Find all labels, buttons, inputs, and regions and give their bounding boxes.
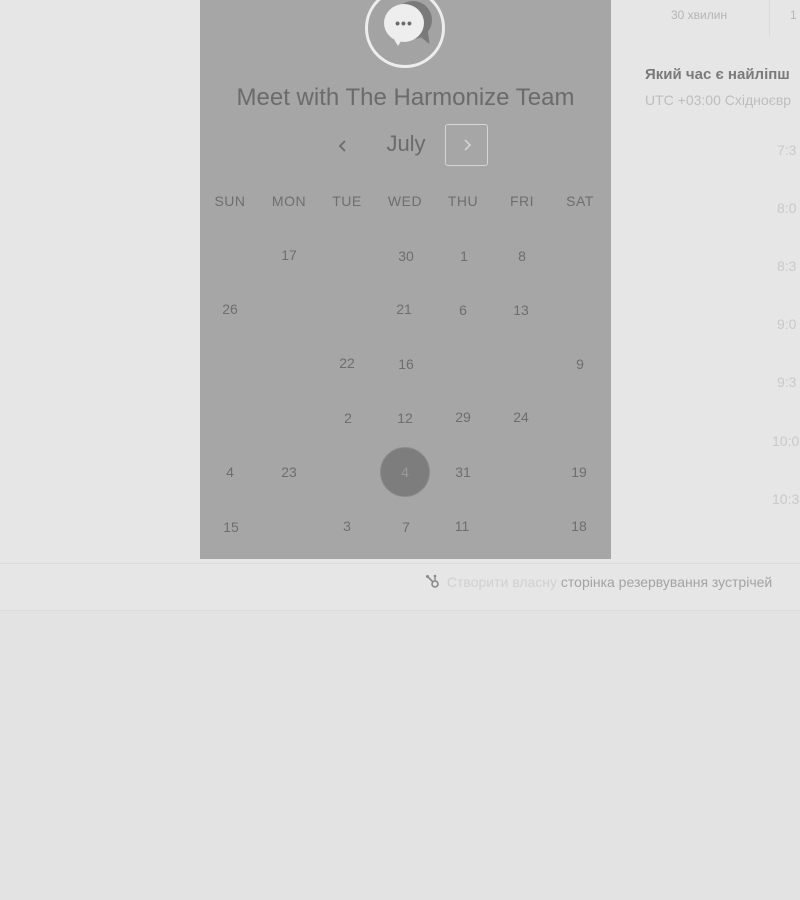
hubspot-sprocket-icon	[426, 574, 439, 588]
time-slot[interactable]: 9:0	[777, 316, 800, 332]
meeting-title: Meet with The Harmonize Team	[236, 84, 575, 111]
calendar-day[interactable]: 4	[205, 447, 255, 497]
time-slot[interactable]: 8:3	[777, 258, 800, 274]
calendar-day[interactable]: 1	[439, 231, 489, 281]
calendar-day[interactable]: 23	[264, 447, 314, 497]
prev-month-button[interactable]	[327, 130, 359, 162]
time-slot[interactable]: 8:0	[777, 200, 800, 216]
weekday-label: SAT	[566, 193, 594, 209]
weekday-label: WED	[387, 193, 423, 209]
timezone-selector[interactable]: UTC +03:00 Східноєвр	[645, 92, 791, 108]
calendar-day[interactable]: 7	[381, 502, 431, 552]
weekday-label: SUN	[214, 193, 246, 209]
calendar-day[interactable]: 21	[379, 284, 429, 334]
chevron-right-icon	[463, 139, 471, 151]
time-question: Який час є найліпш	[645, 66, 790, 83]
calendar-day[interactable]: 22	[322, 338, 372, 388]
footer-text-light: Створити власну	[446, 574, 558, 590]
time-slot[interactable]: 10:0	[772, 433, 800, 449]
month-label: July	[386, 131, 426, 156]
calendar-day[interactable]: 17	[264, 230, 314, 280]
chevron-left-icon	[338, 140, 346, 152]
calendar-day[interactable]: 12	[380, 393, 430, 443]
selected-day[interactable]: 4	[380, 447, 430, 497]
divider	[0, 610, 800, 611]
calendar-day[interactable]: 2	[323, 393, 373, 443]
divider	[769, 0, 770, 36]
calendar-day[interactable]: 24	[496, 392, 546, 442]
calendar-day[interactable]: 30	[381, 231, 431, 281]
time-slot[interactable]: 10:3	[772, 491, 800, 507]
calendar-day[interactable]: 29	[438, 392, 488, 442]
time-slot[interactable]: 7:3	[777, 142, 800, 158]
calendar-panel: ••• Meet with The Harmonize Team July SU…	[200, 0, 611, 559]
calendar-day[interactable]: 15	[206, 502, 256, 552]
weekday-label: FRI	[509, 193, 535, 209]
weekday-label: MON	[271, 193, 307, 209]
calendar-day[interactable]: 6	[438, 285, 488, 335]
time-slot[interactable]: 9:3	[777, 374, 800, 390]
footer-text: сторінка резервування зустрічей	[560, 574, 773, 590]
next-month-button[interactable]	[445, 124, 488, 166]
calendar-day[interactable]: 8	[497, 231, 547, 281]
footer-link[interactable]: Створити власну сторінка резервування зу…	[425, 574, 772, 590]
calendar-day[interactable]: 31	[438, 447, 488, 497]
calendar-day[interactable]: 9	[555, 339, 605, 389]
calendar-day[interactable]: 16	[381, 339, 431, 389]
avatar: •••	[365, 0, 445, 68]
weekday-header: SUN MON TUE WED THU FRI SAT	[200, 193, 611, 213]
calendar-day[interactable]: 13	[496, 285, 546, 335]
calendar-day[interactable]: 26	[205, 284, 255, 334]
duration-option[interactable]: 1	[790, 8, 797, 22]
chat-bubble-icon: •••	[384, 0, 434, 48]
divider	[0, 563, 800, 564]
calendar-day[interactable]: 18	[554, 501, 604, 551]
calendar-day[interactable]: 11	[437, 501, 487, 551]
calendar-day[interactable]: 19	[554, 447, 604, 497]
weekday-label: TUE	[332, 193, 362, 209]
weekday-label: THU	[447, 193, 479, 209]
calendar-day[interactable]: 3	[322, 501, 372, 551]
duration-option[interactable]: 30 хвилин	[671, 8, 727, 22]
